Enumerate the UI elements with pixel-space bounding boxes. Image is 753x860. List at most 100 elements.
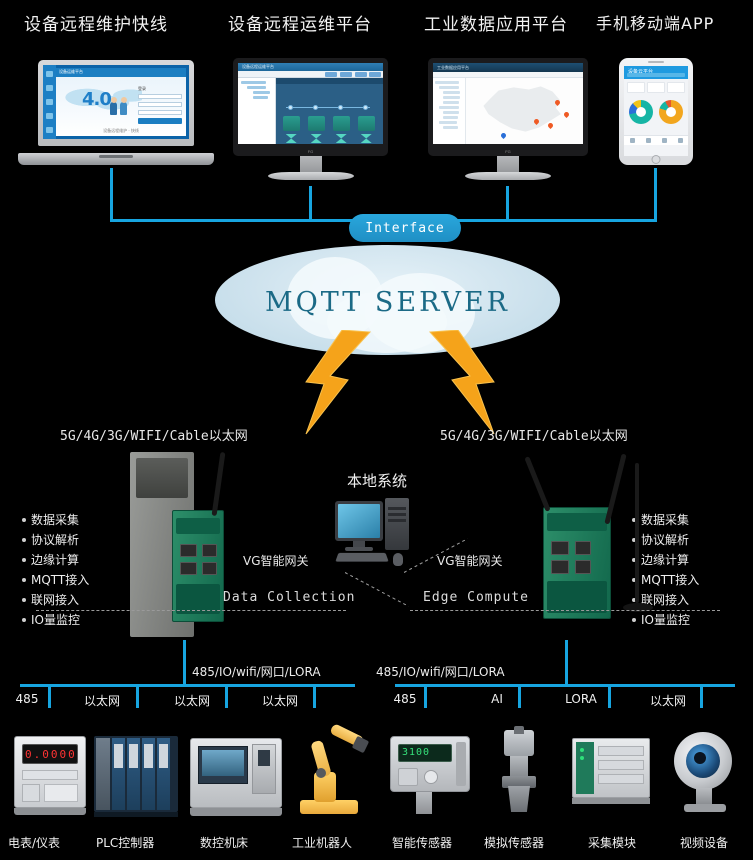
- feature-label: IO量监控: [31, 613, 80, 627]
- phone-screen: 设备云平台: [624, 66, 688, 156]
- phone-home-button[interactable]: [651, 155, 661, 164]
- laptop-taskbar: [43, 65, 56, 139]
- wire-drop-5: [424, 684, 427, 708]
- bullet-icon: [22, 598, 26, 602]
- gateway-left-role: Data Collection: [223, 590, 356, 605]
- nav-icon-home[interactable]: [629, 138, 635, 143]
- phone-charts: [624, 96, 688, 128]
- login-form: 登录: [138, 86, 182, 124]
- login-form-label: 登录: [138, 86, 146, 91]
- wire-bus-right: [395, 684, 735, 687]
- feature-item: 边缘计算: [22, 550, 89, 570]
- map-screen: 工业数据应用平台: [433, 63, 583, 144]
- device-meter: 0.0000: [12, 730, 88, 820]
- laptop-screen: 设备运维平台 4.0 登录 设备远程维护 · 快线: [43, 65, 189, 139]
- monitor-scada: 设备远程运维平台 FG: [233, 58, 388, 180]
- bullet-icon: [22, 538, 26, 542]
- username-input[interactable]: [138, 94, 182, 99]
- gateway-left-label: VG智能网关: [243, 554, 309, 568]
- people-graphic: [110, 93, 134, 115]
- phone-tabs[interactable]: [627, 73, 685, 77]
- interface-label: Interface: [365, 220, 445, 236]
- feature-item: MQTT接入: [22, 570, 89, 590]
- scada-screen: 设备远程运维平台: [238, 63, 383, 144]
- device-camera: [668, 726, 744, 818]
- feature-item: IO量监控: [22, 610, 89, 630]
- donut-chart-teal: [629, 100, 653, 124]
- wire-monitor-scada: [309, 186, 312, 220]
- device-label-analog-sensor: 模拟传感器: [484, 836, 545, 850]
- map-app-title: 工业数据应用平台: [437, 65, 469, 70]
- dashed-baseline-left: [36, 610, 346, 611]
- device-acquisition-module: [572, 730, 650, 816]
- features-left: 数据采集 协议解析 边缘计算 MQTT接入 联网接入 IO量监控: [22, 510, 89, 630]
- phone-speaker: [648, 61, 664, 63]
- wire-drop-6: [518, 684, 521, 708]
- device-label-meter: 电表/仪表: [8, 836, 61, 850]
- phone-device: 设备云平台: [619, 58, 693, 165]
- scada-diagram: [275, 78, 383, 144]
- nav-icon-alarm[interactable]: [661, 138, 667, 143]
- feature-item: 数据采集: [22, 510, 89, 530]
- wire-drop-2: [136, 684, 139, 708]
- feature-label: 边缘计算: [31, 553, 80, 567]
- phone-stat-cards: [624, 79, 688, 96]
- title-data-platform: 工业数据应用平台: [424, 15, 568, 35]
- scada-device-tree[interactable]: [238, 78, 276, 144]
- map-device-tree[interactable]: [433, 78, 466, 144]
- bullet-icon: [22, 558, 26, 562]
- bus-interfaces-right: 485/IO/wifi/网口/LORA: [376, 665, 505, 679]
- phone-bottom-nav[interactable]: [624, 135, 688, 145]
- laptop-footer-text: 设备远程维护 · 快线: [103, 128, 139, 133]
- device-label-smart-sensor: 智能传感器: [392, 836, 453, 850]
- wire-bus-left: [20, 684, 355, 687]
- stat-card[interactable]: [667, 82, 685, 93]
- gateway-right-label: VG智能网关: [437, 554, 503, 568]
- feature-item: 联网接入: [22, 590, 89, 610]
- port-tag-1: 485: [15, 692, 39, 706]
- pc-keyboard: [335, 552, 389, 562]
- scada-app-title: 设备远程运维平台: [242, 64, 274, 69]
- wire-drop-8: [700, 684, 703, 708]
- wire-monitor-map: [506, 186, 509, 220]
- password-input[interactable]: [138, 102, 182, 107]
- port-tag-3: 以太网: [173, 694, 210, 708]
- wire-drop-7: [608, 684, 611, 708]
- lightning-bolt-right: [428, 330, 495, 435]
- feature-label: 数据采集: [31, 513, 80, 527]
- cloud-label: MQTT SERVER: [265, 287, 510, 318]
- stat-card[interactable]: [627, 82, 645, 93]
- laptop-lid: 设备运维平台 4.0 登录 设备远程维护 · 快线: [38, 60, 194, 146]
- device-plc: [94, 732, 178, 820]
- pc-mouse: [393, 553, 403, 566]
- wire-drop-3: [225, 684, 228, 708]
- wire-phone: [654, 168, 657, 220]
- device-label-acq-module: 采集模块: [588, 836, 637, 850]
- title-remote-maintenance: 设备远程维护快线: [24, 15, 168, 35]
- laptop-base: [18, 153, 214, 165]
- local-system-label: 本地系统: [346, 472, 407, 490]
- bullet-icon: [22, 578, 26, 582]
- laptop-hero-text: 4.0: [82, 89, 112, 110]
- bus-interfaces-left: 485/IO/wifi/网口/LORA: [192, 665, 321, 679]
- china-map[interactable]: [466, 78, 583, 144]
- diagram-canvas: 设备远程维护快线 设备远程运维平台 工业数据应用平台 手机移动端APP 设备运维…: [0, 0, 753, 860]
- bullet-icon: [22, 518, 26, 522]
- port-tag-6: AI: [491, 692, 503, 706]
- wire-gateway-left-down: [183, 640, 186, 686]
- wire-gateway-right-down: [565, 640, 568, 686]
- title-mobile-app: 手机移动端APP: [596, 14, 715, 33]
- feature-item: 协议解析: [22, 530, 89, 550]
- stat-card[interactable]: [647, 82, 665, 93]
- nav-icon-profile[interactable]: [677, 138, 683, 143]
- local-pc: [333, 495, 419, 570]
- pc-monitor: [335, 501, 383, 541]
- device-cnc: [190, 728, 282, 820]
- login-button[interactable]: [138, 118, 182, 124]
- pc-tower: [385, 498, 409, 550]
- wire-drop-4: [313, 684, 316, 708]
- feature-label: 联网接入: [31, 593, 80, 607]
- captcha-input[interactable]: [138, 110, 182, 115]
- device-label-plc: PLC控制器: [96, 836, 155, 850]
- nav-icon-device[interactable]: [645, 138, 651, 143]
